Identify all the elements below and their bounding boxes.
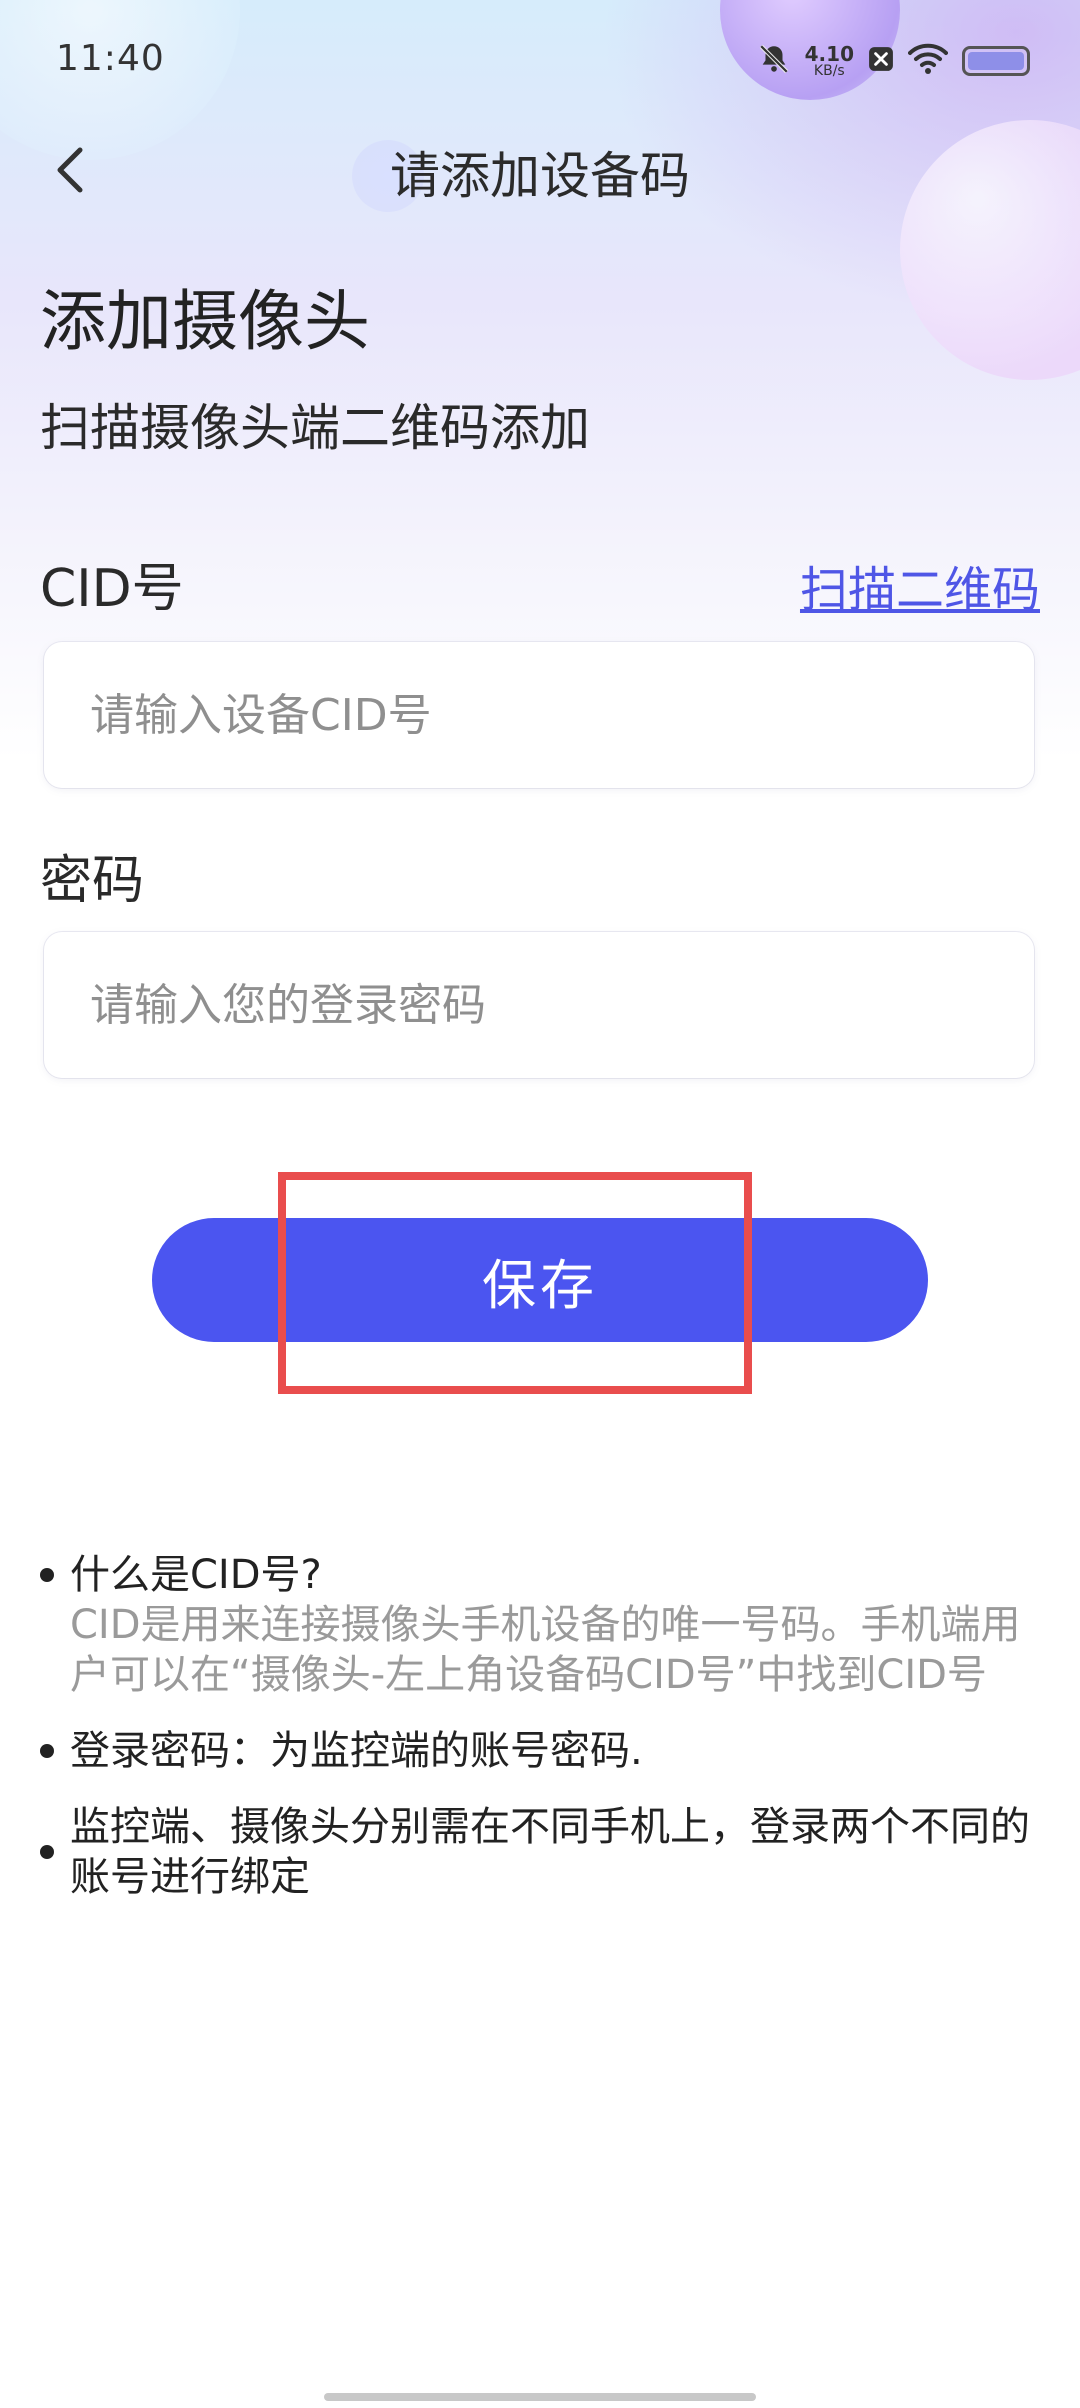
network-speed-unit: KB/s	[813, 63, 845, 79]
scan-qr-link[interactable]: 扫描二维码	[800, 550, 1040, 620]
help-question: 什么是CID号?	[70, 1552, 322, 1598]
mute-bell-icon	[757, 42, 791, 80]
password-label: 密码	[40, 851, 145, 911]
navigation-bar: 请添加设备码	[0, 120, 1080, 220]
battery-icon	[962, 46, 1030, 76]
bullet-dot	[40, 1568, 54, 1582]
status-icons: 4.10 KB/s	[757, 42, 1030, 80]
page-subheading: 扫描摄像头端二维码添加	[40, 399, 590, 457]
screen: 11:40 4.10 KB/s 请添加设备码 添加摄像头 扫描摄像头端二维码添加…	[0, 0, 1080, 2408]
help-text: 监控端、摄像头分别需在不同手机上，登录两个不同的账号进行绑定	[70, 1804, 1030, 1900]
cid-label: CID号	[40, 559, 184, 619]
wifi-icon	[908, 43, 948, 79]
status-time: 11:40	[56, 38, 165, 79]
cid-field	[44, 642, 1034, 788]
help-item-cid: 什么是CID号? CID是用来连接摄像头手机设备的唯一号码。手机端用户可以在“摄…	[36, 1550, 1046, 1700]
home-indicator[interactable]	[324, 2393, 756, 2401]
battery-level	[968, 52, 1024, 70]
page-heading: 添加摄像头	[40, 283, 370, 360]
nav-title: 请添加设备码	[390, 147, 690, 205]
close-box-icon	[868, 46, 894, 76]
help-list: 什么是CID号? CID是用来连接摄像头手机设备的唯一号码。手机端用户可以在“摄…	[36, 1550, 1046, 1928]
bullet-dot	[40, 1744, 54, 1758]
network-speed: 4.10 KB/s	[805, 44, 854, 78]
password-input[interactable]	[44, 932, 1034, 1078]
help-item-password: 登录密码：为监控端的账号密码.	[36, 1726, 1046, 1776]
help-answer: CID是用来连接摄像头手机设备的唯一号码。手机端用户可以在“摄像头-左上角设备码…	[70, 1602, 1021, 1698]
help-text: 登录密码：为监控端的账号密码.	[70, 1728, 643, 1774]
save-button[interactable]: 保存	[152, 1218, 928, 1342]
bullet-dot	[40, 1845, 54, 1859]
password-field	[44, 932, 1034, 1078]
cid-input[interactable]	[44, 642, 1034, 788]
network-speed-value: 4.10	[804, 42, 854, 66]
status-bar: 11:40 4.10 KB/s	[0, 0, 1080, 120]
help-item-accounts: 监控端、摄像头分别需在不同手机上，登录两个不同的账号进行绑定	[36, 1802, 1046, 1902]
